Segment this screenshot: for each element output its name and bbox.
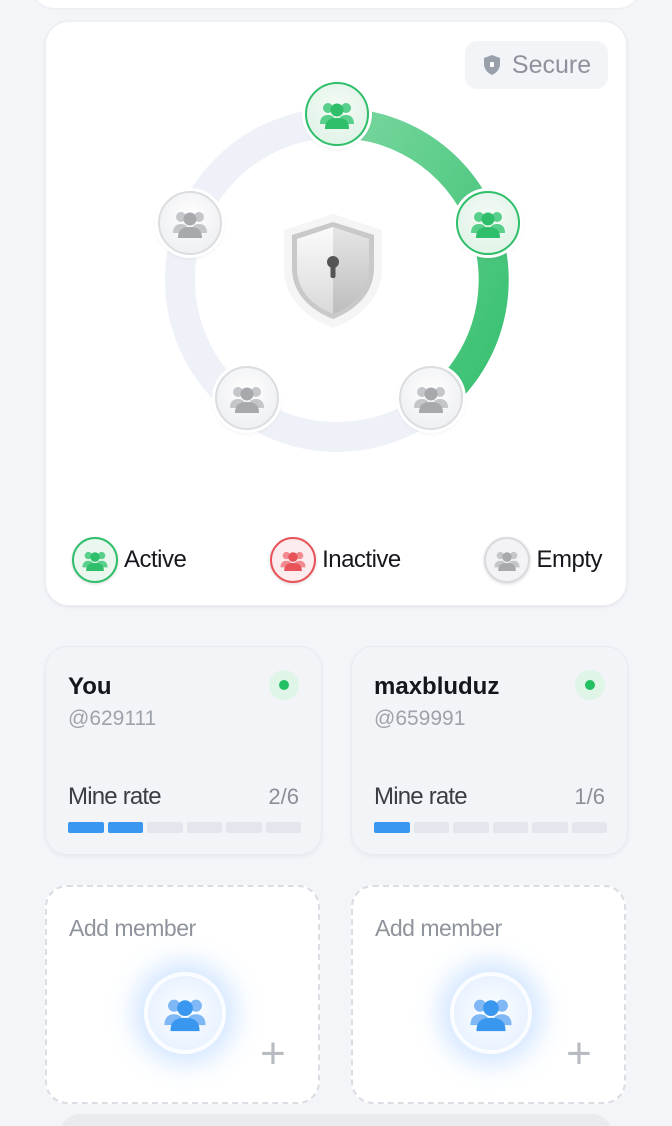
mine-rate-segment-filled [374, 822, 410, 833]
secure-label: Secure [511, 50, 592, 79]
users-icon [450, 972, 532, 1054]
users-icon [230, 387, 264, 413]
member-name: You [68, 673, 112, 700]
next-card-edge [60, 1114, 612, 1126]
users-icon [144, 972, 226, 1054]
member-handle: @629111 [68, 707, 157, 730]
member-card-you[interactable]: You @629111 Mine rate 2/6 [45, 646, 322, 855]
shield-lock-icon [268, 204, 398, 334]
member-handle: @659991 [374, 707, 466, 730]
circle-node-2[interactable] [456, 191, 520, 255]
empty-users-icon [484, 537, 531, 583]
mine-rate-segment-empty [453, 822, 489, 833]
circle-node-5[interactable] [158, 191, 222, 255]
circle-node-1[interactable] [305, 82, 369, 146]
legend-inactive: Inactive [270, 537, 401, 583]
legend-empty-label: Empty [536, 546, 602, 573]
member-name: maxbluduz [374, 673, 500, 700]
circle-page: Secure Active Inactive Empty You @629111… [0, 0, 672, 1126]
users-icon [471, 212, 505, 238]
legend: Active Inactive Empty [72, 534, 602, 586]
mine-rate-bar [374, 822, 607, 833]
shield-icon [483, 55, 500, 75]
mine-rate-value: 1/6 [574, 784, 605, 809]
add-member-label: Add member [375, 915, 502, 941]
secure-badge[interactable]: Secure [465, 41, 608, 89]
mine-rate-segment-filled [68, 822, 104, 833]
users-icon [414, 387, 448, 413]
mine-rate-segment-empty [492, 822, 528, 833]
mine-rate-segment-empty [186, 822, 222, 833]
users-icon [320, 103, 354, 129]
add-member-slot-2[interactable]: Add member + [351, 885, 626, 1104]
circle-node-3[interactable] [399, 366, 463, 430]
mine-rate-segment-empty [532, 822, 568, 833]
plus-icon[interactable]: + [562, 1032, 596, 1076]
circle-node-4[interactable] [215, 366, 279, 430]
circle-card: Secure Active Inactive Empty [45, 21, 627, 606]
legend-inactive-label: Inactive [322, 546, 401, 573]
legend-empty: Empty [484, 537, 602, 583]
mine-rate-label: Mine rate [374, 783, 468, 810]
online-status-indicator [269, 670, 299, 700]
mine-rate-bar [68, 822, 301, 833]
add-member-label: Add member [69, 915, 196, 941]
active-users-icon [72, 537, 118, 583]
member-card-maxbluduz[interactable]: maxbluduz @659991 Mine rate 1/6 [351, 646, 628, 855]
previous-card-edge [34, 0, 638, 8]
mine-rate-segment-empty [147, 822, 183, 833]
mine-rate-segment-empty [571, 822, 607, 833]
users-icon [173, 212, 207, 238]
plus-icon[interactable]: + [256, 1032, 290, 1076]
online-status-indicator [575, 670, 605, 700]
mine-rate-value: 2/6 [268, 784, 299, 809]
mine-rate-segment-empty [265, 822, 301, 833]
legend-active-label: Active [124, 546, 187, 573]
mine-rate-label: Mine rate [68, 783, 162, 810]
add-member-slot-1[interactable]: Add member + [45, 885, 320, 1104]
mine-rate-segment-empty [226, 822, 262, 833]
mine-rate-segment-filled [107, 822, 143, 833]
mine-rate-segment-empty [413, 822, 449, 833]
legend-active: Active [72, 537, 187, 583]
inactive-users-icon [270, 537, 317, 583]
